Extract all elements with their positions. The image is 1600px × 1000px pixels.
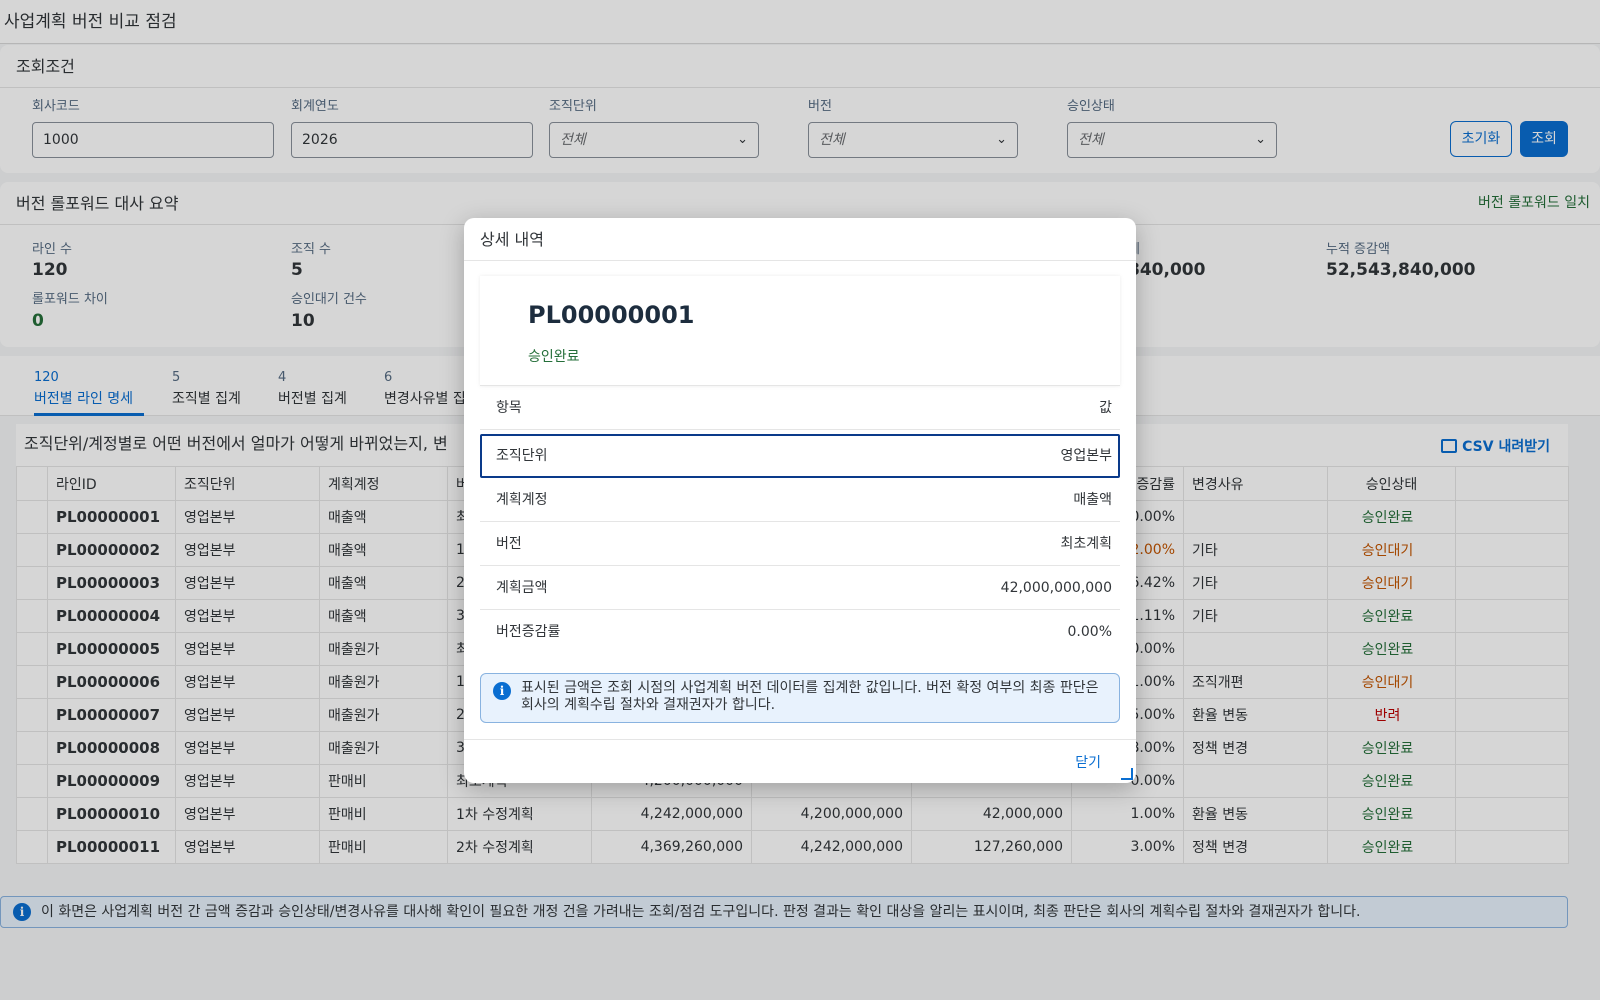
dialog-row-value: 영업본부 (1060, 448, 1112, 464)
dialog-title: 상세 내역 (464, 218, 1136, 261)
dialog-row[interactable]: 계획계정 매출액 (480, 478, 1120, 522)
dialog-object-header: PL00000001 승인완료 (480, 276, 1120, 386)
detail-dialog: 상세 내역 PL00000001 승인완료 항목 값 조직단위 영업본부 계획계… (464, 218, 1136, 783)
resize-handle-icon[interactable] (1121, 768, 1133, 780)
dialog-column-header: 항목 값 (480, 386, 1120, 430)
dialog-row-key: 계획계정 (496, 492, 548, 508)
dialog-row-key: 버전 (496, 536, 522, 552)
dialog-line-id: PL00000001 (528, 301, 695, 329)
dialog-note-text: 표시된 금액은 조회 시점의 사업계획 버전 데이터를 집계한 값입니다. 버전… (521, 680, 1099, 713)
dialog-info-note: i 표시된 금액은 조회 시점의 사업계획 버전 데이터를 집계한 값입니다. … (480, 673, 1120, 723)
info-icon: i (493, 682, 511, 700)
dialog-row[interactable]: 계획금액 42,000,000,000 (480, 566, 1120, 610)
value-column-label: 값 (1099, 400, 1112, 416)
dialog-row[interactable]: 조직단위 영업본부 (480, 434, 1120, 478)
dialog-status: 승인완료 (528, 349, 580, 365)
dialog-row[interactable]: 버전 최초계획 (480, 522, 1120, 566)
dialog-row-value: 42,000,000,000 (1000, 580, 1112, 596)
dialog-footer: 닫기 (464, 739, 1136, 783)
dialog-row-value: 0.00% (1067, 624, 1112, 640)
close-button[interactable]: 닫기 (1075, 752, 1101, 772)
item-column-label: 항목 (496, 400, 522, 416)
dialog-row-key: 계획금액 (496, 580, 548, 596)
dialog-row-key: 조직단위 (496, 448, 548, 464)
dialog-row-key: 버전증감률 (496, 624, 561, 640)
dialog-row[interactable]: 버전증감률 0.00% (480, 610, 1120, 654)
dialog-row-value: 최초계획 (1060, 536, 1112, 552)
dialog-row-value: 매출액 (1073, 492, 1112, 508)
